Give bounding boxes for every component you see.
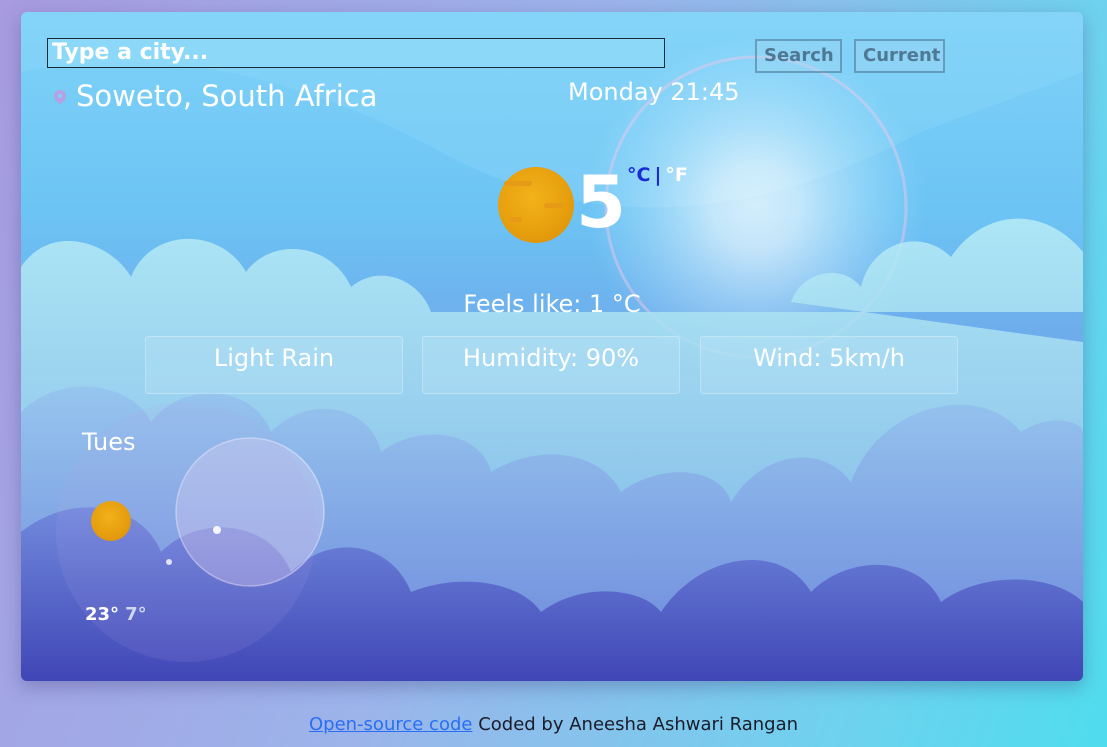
- city-name: Soweto, South Africa: [76, 79, 378, 113]
- feels-like: Feels like: 1 °C: [463, 290, 641, 318]
- humidity: Humidity: 90%: [422, 336, 680, 394]
- forecast-temps: 23° 7°: [85, 604, 147, 625]
- location: Soweto, South Africa: [51, 78, 378, 114]
- wind: Wind: 5km/h: [700, 336, 958, 394]
- search-button[interactable]: Search: [755, 39, 842, 73]
- current-location-button[interactable]: Current: [854, 39, 945, 73]
- forecast-min: 7°: [125, 604, 147, 625]
- weather-description: Light Rain: [145, 336, 403, 394]
- sun-icon: [91, 501, 131, 541]
- celsius-link[interactable]: °C: [627, 164, 650, 186]
- forecast-day: Tues: [82, 428, 136, 456]
- weather-app-card: Type a city... Search Current Soweto, So…: [21, 12, 1083, 681]
- city-search-input[interactable]: Type a city...: [47, 38, 665, 68]
- footer: Open-source code Coded by Aneesha Ashwar…: [0, 714, 1107, 735]
- unit-toggle: °C | °F: [627, 164, 688, 186]
- credit-text: Coded by Aneesha Ashwari Rangan: [472, 714, 799, 735]
- forecast-max: 23°: [85, 604, 120, 625]
- current-datetime: Monday 21:45: [568, 78, 740, 106]
- map-pin-icon: [51, 87, 69, 105]
- source-code-link[interactable]: Open-source code: [309, 714, 472, 735]
- fahrenheit-link[interactable]: °F: [665, 164, 687, 186]
- unit-separator: |: [654, 164, 662, 186]
- current-temperature: 5: [576, 160, 627, 244]
- sun-icon: [498, 167, 574, 243]
